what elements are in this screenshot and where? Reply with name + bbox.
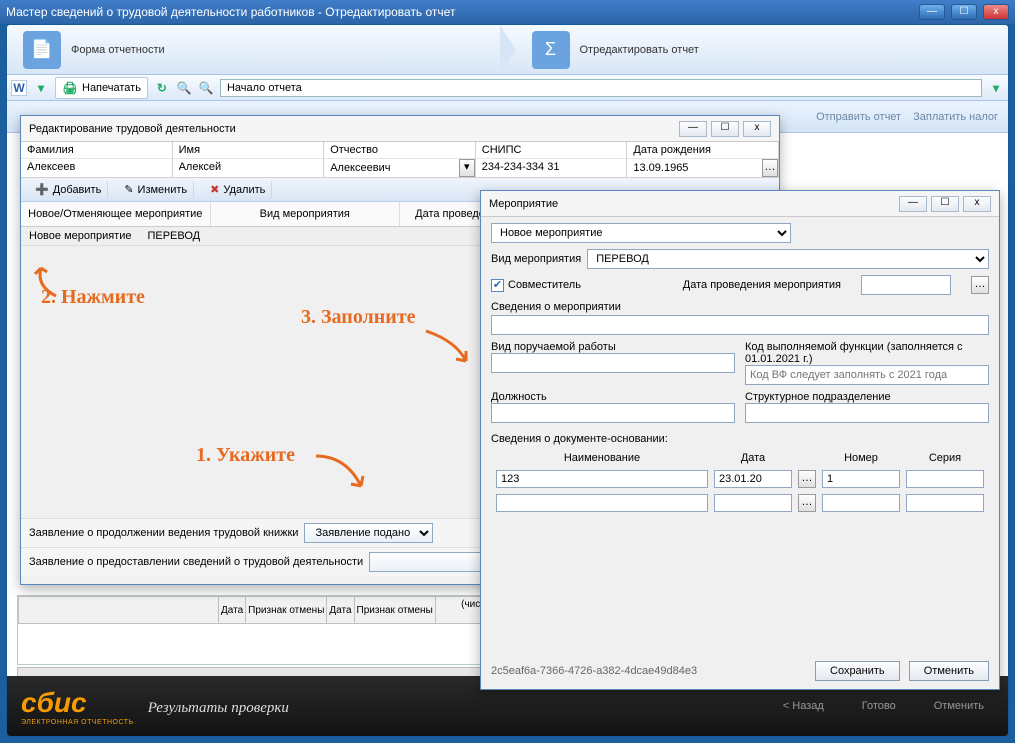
- window-close[interactable]: x: [983, 4, 1009, 20]
- save-button[interactable]: Сохранить: [815, 661, 900, 681]
- work-type-input[interactable]: [491, 353, 735, 373]
- dlg1-title: Редактирование трудовой деятельности: [29, 123, 236, 135]
- back-button[interactable]: < Назад: [773, 696, 834, 716]
- word-icon[interactable]: W: [11, 80, 27, 96]
- pencil-icon: ✎: [124, 183, 133, 196]
- sbis-logo: сбис: [21, 687, 134, 719]
- doc-name-input[interactable]: [496, 470, 708, 488]
- event-info-input[interactable]: [491, 315, 989, 335]
- toolbar: W ▾ 🖨 Напечатать ↻ 🔍 🔍 Начало отчета ▾: [7, 75, 1008, 101]
- arrow-2-icon: [26, 266, 66, 296]
- snils-input[interactable]: [476, 159, 627, 175]
- doc2-date-input[interactable]: [714, 494, 792, 512]
- done-button[interactable]: Готово: [852, 696, 906, 716]
- cross-icon: ✖: [210, 183, 219, 196]
- department-input[interactable]: [745, 403, 989, 423]
- birthdate-input[interactable]: [627, 159, 761, 177]
- wizard-steps: 📄 Форма отчетности Σ Отредактировать отч…: [7, 25, 1008, 75]
- dlg2-max[interactable]: ☐: [931, 196, 959, 212]
- midname-pick-icon[interactable]: ▾: [459, 159, 475, 177]
- printer-icon: 🖨: [62, 80, 78, 96]
- doc-num-input[interactable]: [822, 470, 900, 488]
- doc2-date-pick-icon[interactable]: …: [798, 494, 816, 512]
- doc-series-input[interactable]: [906, 470, 984, 488]
- window-minimize[interactable]: —: [919, 4, 945, 20]
- event-date-pick-icon[interactable]: …: [971, 276, 989, 294]
- lastname-input[interactable]: [21, 159, 172, 175]
- annotation-1: 1. Укажите: [196, 444, 295, 467]
- doc2-num-input[interactable]: [822, 494, 900, 512]
- cancel-button[interactable]: Отменить: [924, 696, 994, 716]
- add-button[interactable]: ➕Добавить: [29, 181, 108, 198]
- event-mode-select[interactable]: Новое мероприятие: [491, 223, 791, 243]
- guid-text: 2c5eaf6a-7366-4726-a382-4dcae49d84e3: [491, 665, 697, 677]
- edit-button[interactable]: ✎Изменить: [118, 181, 194, 198]
- plus-icon: ➕: [35, 183, 49, 196]
- zoom-in-icon[interactable]: 🔍: [176, 80, 192, 96]
- doc-date-pick-icon[interactable]: …: [798, 470, 816, 488]
- statement1-select[interactable]: Заявление подано: [304, 523, 433, 543]
- footer-subtitle: Результаты проверки: [148, 700, 289, 717]
- dlg2-title: Мероприятие: [489, 198, 558, 210]
- event-type-select[interactable]: ПЕРЕВОД: [587, 249, 989, 269]
- step1-icon: 📄: [23, 31, 61, 69]
- doc2-series-input[interactable]: [906, 494, 984, 512]
- person-row: Фамилия Имя Отчество▾ СНИПС Дата рождени…: [21, 142, 779, 178]
- event-date-input[interactable]: [861, 275, 951, 295]
- dlg2-close[interactable]: x: [963, 196, 991, 212]
- dlg1-max[interactable]: ☐: [711, 121, 739, 137]
- print-button[interactable]: 🖨 Напечатать: [55, 77, 148, 99]
- delete-button[interactable]: ✖Удалить: [204, 181, 272, 198]
- zoom-out-icon[interactable]: 🔍: [198, 80, 214, 96]
- dlg1-close[interactable]: x: [743, 121, 771, 137]
- firstname-input[interactable]: [173, 159, 324, 175]
- secondary-checkbox[interactable]: ✔Совместитель: [491, 279, 581, 292]
- event-dialog: Мероприятие — ☐ x Новое мероприятие Вид …: [480, 190, 1000, 690]
- doc2-name-input[interactable]: [496, 494, 708, 512]
- refresh-icon[interactable]: ↻: [154, 80, 170, 96]
- step-1[interactable]: 📄 Форма отчетности: [7, 31, 500, 69]
- window-titlebar: Мастер сведений о трудовой деятельности …: [0, 0, 1015, 24]
- annotation-3: 3. Заполните: [301, 306, 416, 329]
- step-2[interactable]: Σ Отредактировать отчет: [516, 31, 1009, 69]
- dlg2-min[interactable]: —: [899, 196, 927, 212]
- birthdate-pick-icon[interactable]: …: [762, 159, 778, 177]
- func-code-input[interactable]: [745, 365, 989, 385]
- arrow-3-icon: [426, 331, 466, 361]
- midname-input[interactable]: [324, 159, 458, 177]
- position-input[interactable]: [491, 403, 735, 423]
- step2-icon: Σ: [532, 31, 570, 69]
- send-report-link[interactable]: Отправить отчет: [816, 111, 901, 123]
- section-combo[interactable]: Начало отчета: [220, 79, 982, 97]
- window-title: Мастер сведений о трудовой деятельности …: [6, 5, 455, 19]
- window-maximize[interactable]: ☐: [951, 4, 977, 20]
- combo-chevron-icon[interactable]: ▾: [988, 80, 1004, 96]
- dlg1-min[interactable]: —: [679, 121, 707, 137]
- doc-date-input[interactable]: [714, 470, 792, 488]
- pay-tax-link[interactable]: Заплатить налог: [913, 111, 998, 123]
- toolbar-dropdown-icon[interactable]: ▾: [33, 80, 49, 96]
- step-separator: [500, 25, 516, 75]
- arrow-1-icon: [316, 451, 356, 481]
- cancel-event-button[interactable]: Отменить: [909, 661, 989, 681]
